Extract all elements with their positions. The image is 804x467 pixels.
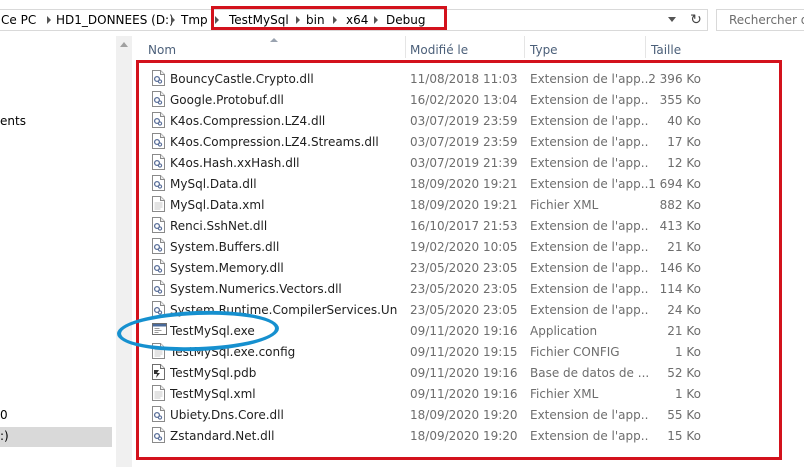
refresh-icon[interactable]: ↻ <box>686 10 706 30</box>
search-placeholder: Rechercher dans <box>729 13 804 27</box>
nav-item[interactable]: ents <box>0 114 26 128</box>
chevron-right-icon[interactable] <box>171 16 175 24</box>
column-header-name[interactable]: Nom <box>148 43 176 57</box>
chevron-down-icon[interactable] <box>663 12 681 28</box>
column-header-size[interactable]: Taille <box>651 43 681 57</box>
breadcrumb-drive[interactable]: HD1_DONNEES (D:) <box>56 12 174 28</box>
file-list-highlight-annotation <box>136 60 782 460</box>
breadcrumb-this-pc[interactable]: Ce PC <box>1 12 36 28</box>
column-divider[interactable] <box>524 36 525 58</box>
nav-scrollbar[interactable] <box>116 36 132 467</box>
column-divider[interactable] <box>405 36 406 58</box>
scroll-up-icon[interactable] <box>120 42 128 47</box>
address-highlight-annotation <box>211 6 447 30</box>
column-header-type[interactable]: Type <box>530 43 558 57</box>
nav-item-selected-highlight <box>0 427 112 447</box>
nav-item-selected[interactable]: :) <box>0 429 9 443</box>
chevron-right-icon[interactable] <box>47 16 51 24</box>
breadcrumb-tmp[interactable]: Tmp <box>181 12 208 28</box>
navigation-pane: ents 0 :) <box>0 36 116 467</box>
sort-up-icon <box>270 38 278 42</box>
search-input[interactable]: Rechercher dans <box>716 9 804 31</box>
nav-item[interactable]: 0 <box>0 408 8 422</box>
column-divider[interactable] <box>645 36 646 58</box>
column-header-modified[interactable]: Modifié le <box>410 43 468 57</box>
